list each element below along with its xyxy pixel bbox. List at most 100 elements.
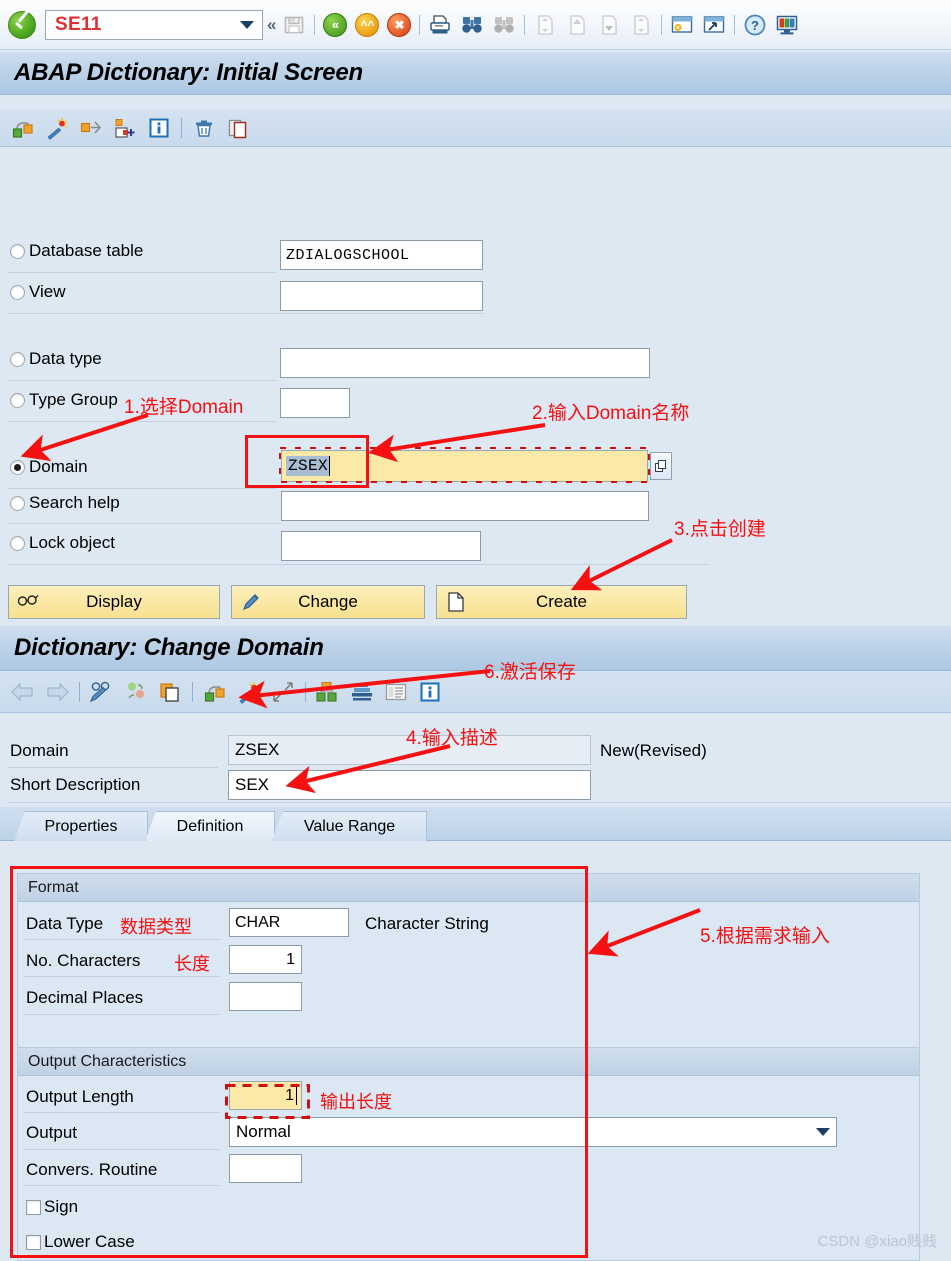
radio-data-type[interactable]: Data type [10, 349, 102, 369]
transaction-code-value: SE11 [55, 13, 102, 35]
exit-button[interactable]: ^^ [351, 9, 383, 41]
create-session-button[interactable] [666, 9, 698, 41]
documentation-button[interactable] [380, 676, 412, 708]
radio-label: View [29, 282, 66, 301]
create-button-label: Create [535, 592, 588, 611]
next-page-button[interactable] [593, 9, 625, 41]
radio-indicator[interactable] [10, 535, 25, 551]
toolbar-divider [734, 14, 736, 35]
tab-value-range-label: Value Range [303, 817, 396, 835]
domain-f4-help-button[interactable] [650, 452, 672, 480]
screen1-application-toolbar [0, 109, 951, 147]
data-type-input[interactable] [280, 348, 650, 378]
find-next-button[interactable] [488, 9, 520, 41]
expand-arrows-icon [273, 681, 293, 702]
where-used-icon [80, 120, 102, 134]
radio-database-table[interactable]: Database table [10, 241, 143, 261]
search-help-input[interactable] [281, 491, 649, 521]
back-nav-button[interactable] [7, 676, 39, 708]
radio-domain[interactable]: Domain [10, 457, 88, 477]
where-used-list-button[interactable] [75, 112, 107, 144]
radio-label: Search help [29, 493, 120, 512]
display-change-button[interactable] [86, 676, 118, 708]
printer-icon [430, 14, 451, 33]
forward-nav-button[interactable] [41, 676, 73, 708]
previous-page-button[interactable] [561, 9, 593, 41]
view-input[interactable] [280, 281, 483, 311]
create-button[interactable]: Create [436, 585, 687, 619]
command-toolbar: SE11 « « ^^ ✖ ? [0, 0, 951, 50]
copy-object-button[interactable] [154, 676, 186, 708]
stack-print-icon [352, 682, 372, 700]
first-page-button[interactable] [529, 9, 561, 41]
double-chevron-left-icon[interactable]: « [267, 15, 276, 35]
layout-menu-button[interactable] [771, 9, 803, 41]
radio-type-group[interactable]: Type Group [10, 390, 118, 410]
delete-button[interactable] [188, 112, 220, 144]
copy-object-icon [160, 682, 179, 702]
info-button[interactable] [414, 676, 446, 708]
radio-search-help[interactable]: Search help [10, 493, 120, 513]
chevron-down-icon[interactable] [816, 1128, 830, 1136]
cancel-button[interactable]: ✖ [383, 9, 415, 41]
find-button[interactable] [456, 9, 488, 41]
print-button[interactable] [424, 9, 456, 41]
field-underline [8, 488, 276, 489]
other-object-button[interactable] [41, 112, 73, 144]
info-icon [149, 118, 169, 137]
annotation-step-3: 3.点击创建 [674, 519, 766, 540]
where-used-list-button[interactable] [120, 676, 152, 708]
radio-indicator[interactable] [10, 459, 25, 475]
new-session-icon [672, 15, 693, 33]
radio-view[interactable]: View [10, 282, 66, 302]
last-page-button[interactable] [625, 9, 657, 41]
page-last-icon [634, 14, 650, 35]
save-button[interactable] [278, 9, 310, 41]
chevron-down-icon[interactable] [240, 20, 254, 29]
field-underline [8, 380, 276, 381]
tab-properties[interactable]: Properties [14, 811, 148, 841]
tab-definition[interactable]: Definition [145, 811, 275, 841]
page-title: ABAP Dictionary: Initial Screen [14, 59, 363, 86]
binoculars-plus-icon [494, 16, 515, 33]
create-shortcut-button[interactable] [698, 9, 730, 41]
change-button[interactable]: Change [231, 585, 425, 619]
info-button[interactable] [143, 112, 175, 144]
radio-indicator[interactable] [10, 495, 25, 511]
display-button[interactable]: Display [8, 585, 220, 619]
activation-log-button[interactable] [109, 112, 141, 144]
radio-indicator[interactable] [10, 351, 25, 367]
type-group-input[interactable] [280, 388, 350, 418]
field-underline [8, 272, 276, 273]
database-table-input[interactable]: ZDIALOGSCHOOL [280, 240, 483, 270]
radio-indicator[interactable] [10, 392, 25, 408]
lock-object-input[interactable] [281, 531, 481, 561]
green-check-icon[interactable] [8, 10, 36, 39]
annotation-step-6: 6.激活保存 [484, 662, 576, 683]
field-underline [8, 313, 483, 314]
display-object-button[interactable] [7, 112, 39, 144]
question-help-icon: ? [745, 14, 766, 35]
page-title-2: Dictionary: Change Domain [14, 634, 324, 661]
expand-button[interactable] [267, 676, 299, 708]
annotation-step-5: 5.根据需求输入 [700, 926, 830, 947]
annotation-data-type: 数据类型 [120, 917, 192, 937]
activate-button[interactable] [233, 676, 265, 708]
tab-value-range[interactable]: Value Range [272, 811, 427, 841]
radio-lock-object[interactable]: Lock object [10, 533, 115, 553]
radio-indicator[interactable] [10, 284, 25, 300]
watermark: CSDN @xiao贱贱 [817, 1233, 937, 1250]
transaction-code-field[interactable]: SE11 [45, 9, 263, 40]
radio-indicator[interactable] [10, 243, 25, 259]
help-button[interactable]: ? [739, 9, 771, 41]
radio-label: Database table [29, 241, 144, 260]
display-object-button[interactable] [199, 676, 231, 708]
database-table-value: ZDIALOGSCHOOL [286, 246, 410, 264]
print-preview-button[interactable] [346, 676, 378, 708]
short-description-input[interactable]: SEX [228, 770, 591, 800]
check-button[interactable] [312, 676, 344, 708]
page-first-icon [538, 14, 554, 35]
back-button[interactable]: « [319, 9, 351, 41]
copy-button[interactable] [222, 112, 254, 144]
glasses-icon [17, 591, 39, 613]
